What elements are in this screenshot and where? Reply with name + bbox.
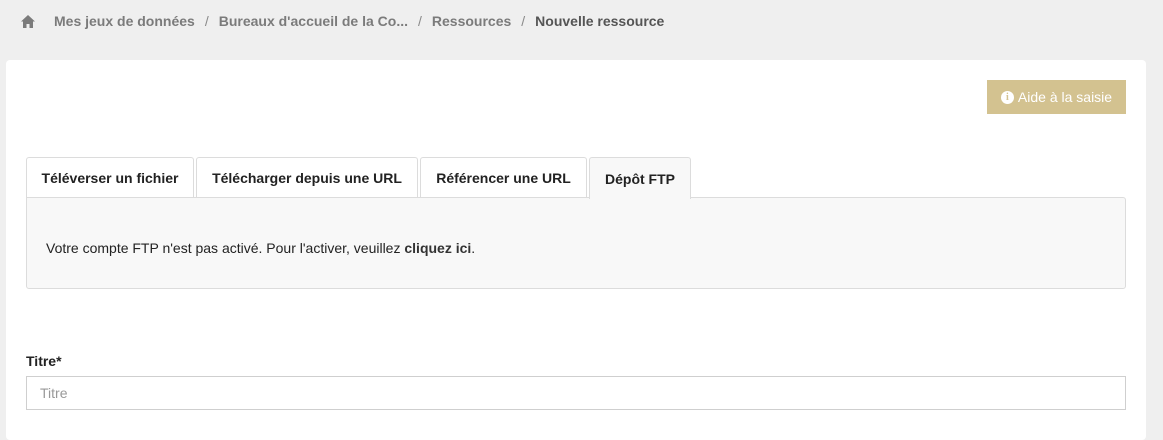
tab-reference-url[interactable]: Référencer une URL [420,157,587,198]
tab-ftp[interactable]: Dépôt FTP [589,157,691,199]
home-icon[interactable] [20,14,36,29]
title-input[interactable] [26,376,1126,410]
tab-label: Référencer une URL [436,170,571,186]
tab-label: Dépôt FTP [605,170,675,187]
breadcrumb: Mes jeux de données / Bureaux d'accueil … [20,11,664,31]
ftp-message-text: Votre compte FTP n'est pas activé. Pour … [46,240,405,256]
ftp-message-suffix: . [471,240,476,256]
tab-label: Télécharger depuis une URL [212,170,402,186]
tab-upload-file[interactable]: Téléverser un fichier [26,157,194,198]
breadcrumb-resources[interactable]: Ressources [432,13,511,29]
breadcrumb-my-datasets[interactable]: Mes jeux de données [54,13,195,29]
breadcrumb-current: Nouvelle ressource [535,13,665,29]
breadcrumb-dataset[interactable]: Bureaux d'accueil de la Co... [219,13,408,29]
help-button[interactable]: i Aide à la saisie [987,80,1126,114]
breadcrumb-separator: / [418,13,422,29]
tab-label: Téléverser un fichier [41,170,179,186]
help-button-label: Aide à la saisie [1017,89,1113,105]
breadcrumb-separator: / [204,13,209,29]
breadcrumb-separator: / [521,13,526,29]
info-circle-icon: i [1000,90,1014,104]
activate-ftp-link[interactable]: cliquez ici [404,240,471,256]
ftp-panel: Votre compte FTP n'est pas activé. Pour … [26,197,1126,289]
ftp-message: Votre compte FTP n'est pas activé. Pour … [46,240,475,256]
tab-download-url[interactable]: Télécharger depuis une URL [196,157,418,198]
title-label: Titre* [26,353,62,369]
